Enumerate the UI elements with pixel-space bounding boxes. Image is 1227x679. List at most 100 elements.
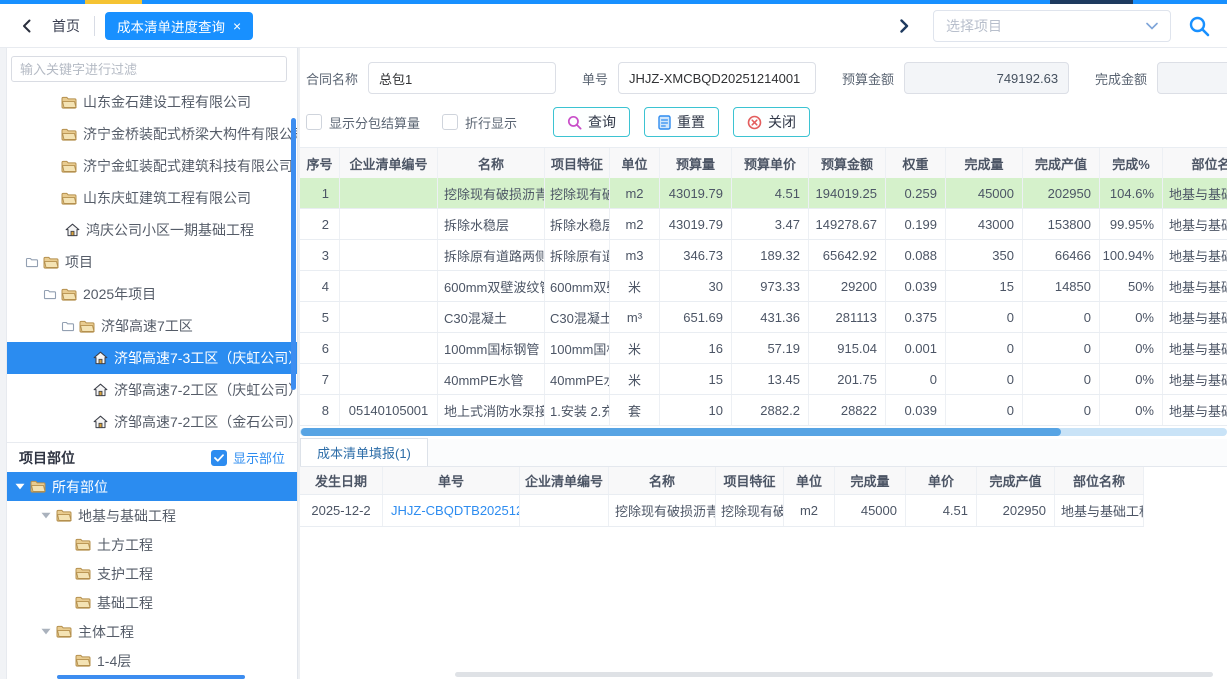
tree-filter-input[interactable]: [11, 56, 287, 82]
column-header[interactable]: 名称: [609, 467, 716, 494]
contract-name-input[interactable]: [368, 62, 556, 94]
column-header[interactable]: 序号: [300, 148, 340, 178]
org-tree-item[interactable]: 济宁金虹装配式建筑科技有限公司: [7, 150, 297, 182]
column-header[interactable]: 发生日期: [300, 467, 383, 494]
parts-section-header: 项目部位 显示部位: [7, 442, 297, 472]
query-button[interactable]: 查询: [553, 107, 630, 137]
caret-down-icon[interactable]: [41, 628, 51, 635]
cost-list-row[interactable]: 5C30混凝土C30混凝土m³651.69431.362811130.37500…: [300, 302, 1227, 333]
wrap-lines-checkbox[interactable]: [442, 114, 458, 130]
column-header[interactable]: 预算量: [660, 148, 732, 178]
column-header[interactable]: 单位: [610, 148, 660, 178]
main-table-hscrollbar-track[interactable]: [300, 428, 1227, 436]
table-cell: 0%: [1100, 364, 1163, 394]
column-header[interactable]: 完成产值: [1023, 148, 1100, 178]
parts-tree-item[interactable]: 所有部位: [7, 472, 297, 501]
wrap-lines-toggle[interactable]: 折行显示: [442, 113, 517, 132]
parts-tree-item[interactable]: 主体工程: [7, 617, 297, 646]
column-header[interactable]: 完成产值: [977, 467, 1055, 494]
column-header[interactable]: 企业清单编号: [520, 467, 609, 494]
org-tree-item[interactable]: 济邹高速7-2工区（庆虹公司）: [7, 374, 297, 406]
parts-tree-item[interactable]: 1-4层: [7, 646, 297, 675]
show-subcontract-checkbox[interactable]: [306, 114, 322, 130]
org-tree-item[interactable]: 鸿庆公司小区一期基础工程: [7, 214, 297, 246]
org-tree-item[interactable]: 济宁金桥装配式桥梁大构件有限公司: [7, 118, 297, 150]
table-cell: 1: [300, 178, 340, 208]
column-header[interactable]: 部位名称: [1163, 148, 1227, 178]
column-header[interactable]: 完成%: [1100, 148, 1163, 178]
parts-tree-item[interactable]: 基础工程: [7, 588, 297, 617]
column-header[interactable]: 企业清单编号: [340, 148, 438, 178]
close-button[interactable]: 关闭: [733, 107, 810, 137]
table-cell: 1.安装 2.充水: [545, 395, 610, 425]
table-cell: 0.088: [886, 240, 946, 270]
caret-down-icon[interactable]: [15, 483, 25, 490]
cost-list-row[interactable]: 1挖除现有破损沥青挖除现有破损m243019.794.51194019.250.…: [300, 178, 1227, 209]
table-cell: [340, 302, 438, 332]
org-tree-item[interactable]: 山东金石建设工程有限公司: [7, 86, 297, 118]
sidebar: 山东金石建设工程有限公司济宁金桥装配式桥梁大构件有限公司济宁金虹装配式建筑科技有…: [7, 48, 298, 679]
column-header[interactable]: 权重: [886, 148, 946, 178]
column-header[interactable]: 预算金额: [809, 148, 886, 178]
table-cell: 地基与基础: [1163, 302, 1227, 332]
search-icon[interactable]: [1187, 14, 1211, 38]
cost-fill-row[interactable]: 2025-12-2JHJZ-CBQDTB202512挖除现有破损沥青挖除现有破损…: [300, 495, 1144, 527]
cost-list-row[interactable]: 3拆除原有道路两侧拆除原有道路m3346.73189.3265642.920.0…: [300, 240, 1227, 271]
active-tab[interactable]: 成本清单进度查询 ×: [105, 12, 253, 40]
bottom-table-hscrollbar[interactable]: [455, 672, 1213, 677]
expander-icon[interactable]: [43, 288, 57, 300]
show-subcontract-toggle[interactable]: 显示分包结算量: [306, 113, 420, 132]
cost-list-row[interactable]: 2拆除水稳层拆除水稳层m243019.793.47149278.670.1994…: [300, 209, 1227, 240]
org-tree-item[interactable]: 济邹高速7-2工区（金石公司）: [7, 406, 297, 438]
table-cell: 28822: [809, 395, 886, 425]
order-no-input[interactable]: [618, 62, 816, 94]
forward-chevron-icon[interactable]: [893, 15, 915, 37]
org-tree: 山东金石建设工程有限公司济宁金桥装配式桥梁大构件有限公司济宁金虹装配式建筑科技有…: [7, 86, 297, 438]
table-cell: 地基与基础: [1163, 364, 1227, 394]
budget-amount-field: [904, 62, 1069, 94]
parts-tree-item[interactable]: 土方工程: [7, 530, 297, 559]
org-tree-item[interactable]: 济邹高速7工区: [7, 310, 297, 342]
org-tree-item[interactable]: 项目: [7, 246, 297, 278]
org-tree-item[interactable]: 济邹高速7-3工区（庆虹公司）: [7, 342, 297, 374]
org-tree-item[interactable]: 山东庆虹建筑工程有限公司: [7, 182, 297, 214]
cost-list-row[interactable]: 4600mm双壁波纹管600mm双壁波米30973.33292000.03915…: [300, 271, 1227, 302]
tree-item-label: 支护工程: [97, 564, 153, 584]
expander-icon[interactable]: [61, 320, 75, 332]
tree-item-label: 济邹高速7工区: [101, 316, 193, 336]
parts-tree-item[interactable]: 地基与基础工程: [7, 501, 297, 530]
cost-list-row[interactable]: 740mmPE水管40mmPE水管米1513.45201.750000%地基与基…: [300, 364, 1227, 395]
expander-icon[interactable]: [25, 256, 39, 268]
cost-fill-tab[interactable]: 成本清单填报(1): [300, 438, 428, 466]
column-header[interactable]: 单价: [906, 467, 977, 494]
cost-fill-table-header: 发生日期单号企业清单编号名称项目特征单位完成量单价完成产值部位名称: [300, 467, 1144, 495]
show-subcontract-label: 显示分包结算量: [329, 113, 420, 132]
column-header[interactable]: 部位名称: [1055, 467, 1144, 494]
sidebar-horizontal-scrollbar[interactable]: [57, 675, 245, 679]
table-cell: 600mm双壁波: [545, 271, 610, 301]
tab-close-icon[interactable]: ×: [233, 19, 241, 33]
back-chevron-icon[interactable]: [16, 15, 38, 37]
show-parts-toggle[interactable]: 显示部位: [211, 448, 285, 467]
reset-button[interactable]: 重置: [644, 107, 719, 137]
table-cell: 地基与基础: [1163, 209, 1227, 239]
cost-list-row[interactable]: 805140105001地上式消防水泵接1.安装 2.充水套102882.228…: [300, 395, 1227, 426]
column-header[interactable]: 项目特征: [545, 148, 610, 178]
parts-tree-item[interactable]: 支护工程: [7, 559, 297, 588]
caret-down-icon[interactable]: [41, 512, 51, 519]
column-header[interactable]: 预算单价: [732, 148, 809, 178]
home-tab[interactable]: 首页: [52, 16, 80, 36]
project-select[interactable]: 选择项目: [933, 10, 1171, 42]
column-header[interactable]: 项目特征: [716, 467, 784, 494]
column-header[interactable]: 完成量: [835, 467, 906, 494]
column-header[interactable]: 单号: [383, 467, 520, 494]
show-parts-checkbox[interactable]: [211, 450, 227, 466]
sidebar-vertical-scrollbar[interactable]: [291, 118, 296, 390]
column-header[interactable]: 完成量: [946, 148, 1023, 178]
column-header[interactable]: 单位: [784, 467, 835, 494]
cost-list-row[interactable]: 6100mm国标钢管100mm国标钢米1657.19915.040.001000…: [300, 333, 1227, 364]
org-tree-item[interactable]: 2025年项目: [7, 278, 297, 310]
table-cell: 45000: [835, 495, 906, 526]
main-table-hscrollbar-thumb[interactable]: [301, 428, 1061, 436]
column-header[interactable]: 名称: [438, 148, 545, 178]
